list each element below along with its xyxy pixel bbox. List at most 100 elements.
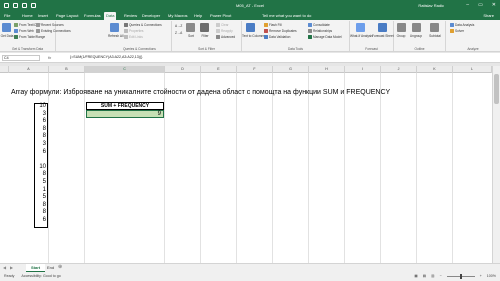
- user-name[interactable]: Ratislav Radic: [418, 3, 444, 8]
- consolidate-button[interactable]: Consolidate: [313, 23, 330, 27]
- text-to-columns-button[interactable]: Text to Columns: [242, 34, 265, 38]
- name-box[interactable]: C4: [2, 55, 40, 61]
- refresh-icon[interactable]: [110, 23, 119, 32]
- relationships-button[interactable]: Relationships: [313, 29, 332, 33]
- column-header[interactable]: A: [9, 66, 49, 73]
- cell-value[interactable]: 5: [34, 179, 46, 185]
- column-header[interactable]: C: [85, 66, 165, 73]
- from-web-button[interactable]: From Web: [19, 29, 34, 33]
- reapply-button[interactable]: Reapply: [221, 29, 233, 33]
- cell-value[interactable]: 5: [34, 194, 46, 200]
- column-header[interactable]: B: [49, 66, 85, 73]
- column-header[interactable]: H: [309, 66, 345, 73]
- cell-value[interactable]: 10: [34, 103, 46, 109]
- ungroup-button[interactable]: Ungroup: [408, 34, 424, 38]
- ungroup-icon[interactable]: [412, 23, 421, 32]
- recent-sources-button[interactable]: Recent Sources: [41, 23, 64, 27]
- forecast-sheet-button[interactable]: Forecast Sheet: [372, 34, 394, 38]
- what-if-button[interactable]: What-If Analysis: [350, 34, 373, 38]
- manage-data-model-button[interactable]: Manage Data Model: [313, 35, 342, 39]
- data-analysis-button[interactable]: Data Analysis: [455, 23, 474, 27]
- share-button[interactable]: Share: [483, 12, 494, 20]
- existing-connections-button[interactable]: Existing Connections: [41, 29, 71, 33]
- tab-developer[interactable]: Developer: [142, 12, 160, 20]
- text-to-columns-icon[interactable]: [246, 23, 255, 32]
- cell-value[interactable]: 10: [34, 164, 46, 170]
- advanced-button[interactable]: Advanced: [221, 35, 235, 39]
- cell-value[interactable]: 8: [34, 202, 46, 208]
- zoom-level[interactable]: 100%: [487, 274, 496, 278]
- cell-value[interactable]: 3: [34, 111, 46, 117]
- sort-za-button[interactable]: Z→A: [175, 31, 182, 35]
- tab-file[interactable]: File: [4, 12, 10, 20]
- formula-input[interactable]: {=SUM(1/FREQUENCY(A3:A22,A3:A22,13))}: [70, 55, 142, 59]
- sort-button[interactable]: Sort: [184, 34, 198, 38]
- result-header-cell[interactable]: SUM + FREQUENCY: [86, 102, 164, 110]
- restore-button[interactable]: ▭: [478, 2, 483, 8]
- fx-icon[interactable]: fx: [48, 55, 51, 60]
- cell-value[interactable]: 6: [34, 118, 46, 124]
- cell-value[interactable]: 8: [34, 171, 46, 177]
- tab-power-pivot[interactable]: Power Pivot: [210, 12, 231, 20]
- page-break-view-icon[interactable]: ▥: [431, 274, 434, 278]
- prev-sheet-icon[interactable]: ◀: [3, 265, 6, 270]
- sheet-heading[interactable]: Array формули: Изброяване на уникалните …: [11, 89, 390, 96]
- cell-value[interactable]: 6: [34, 149, 46, 155]
- clear-button[interactable]: Clear: [221, 23, 229, 27]
- tab-data[interactable]: Data: [104, 12, 117, 20]
- zoom-slider-knob[interactable]: [459, 273, 462, 279]
- tab-formulas[interactable]: Formulas: [84, 12, 101, 20]
- sort-az-button[interactable]: A→Z: [175, 24, 182, 28]
- column-header[interactable]: I: [345, 66, 381, 73]
- data-validation-button[interactable]: Data Validation: [269, 35, 290, 39]
- group-icon[interactable]: [397, 23, 406, 32]
- zoom-out-icon[interactable]: −: [440, 274, 442, 278]
- close-button[interactable]: ✕: [492, 2, 496, 8]
- column-header[interactable]: G: [273, 66, 309, 73]
- save-icon[interactable]: [13, 3, 18, 8]
- sheet-tab-end[interactable]: End: [42, 264, 59, 272]
- tab-insert[interactable]: Insert: [38, 12, 48, 20]
- tab-page-layout[interactable]: Page Layout: [56, 12, 78, 20]
- redo-icon[interactable]: [31, 3, 36, 8]
- vertical-scrollbar[interactable]: [492, 66, 500, 263]
- select-all-corner[interactable]: [0, 66, 9, 73]
- subtotal-button[interactable]: Subtotal: [426, 34, 444, 38]
- cell-value[interactable]: 8: [34, 126, 46, 132]
- refresh-all-button[interactable]: Refresh All: [108, 34, 123, 38]
- autosave-icon[interactable]: [4, 3, 9, 8]
- normal-view-icon[interactable]: ▦: [414, 274, 417, 278]
- from-table-button[interactable]: From Table/Range: [19, 35, 45, 39]
- forecast-sheet-icon[interactable]: [378, 23, 387, 32]
- properties-button[interactable]: Properties: [129, 29, 144, 33]
- filter-button[interactable]: Filter: [198, 34, 212, 38]
- add-sheet-button[interactable]: ⊕: [58, 264, 62, 270]
- minimize-button[interactable]: –: [466, 2, 469, 8]
- next-sheet-icon[interactable]: ▶: [10, 265, 13, 270]
- remove-duplicates-button[interactable]: Remove Duplicates: [269, 29, 297, 33]
- tell-me-search[interactable]: Tell me what you want to do: [262, 12, 311, 20]
- column-header[interactable]: F: [237, 66, 273, 73]
- column-header[interactable]: J: [381, 66, 417, 73]
- get-data-button[interactable]: Get Data: [0, 34, 14, 38]
- column-header[interactable]: D: [165, 66, 201, 73]
- accessibility-status[interactable]: Accessibility: Good to go: [21, 274, 60, 278]
- filter-icon[interactable]: [200, 23, 209, 32]
- sort-icon[interactable]: [186, 23, 195, 32]
- column-header[interactable]: K: [417, 66, 453, 73]
- undo-icon[interactable]: [22, 3, 27, 8]
- group-button[interactable]: Group: [394, 34, 408, 38]
- tab-help[interactable]: Help: [194, 12, 202, 20]
- get-data-icon[interactable]: [2, 23, 11, 32]
- tab-home[interactable]: Home: [22, 12, 33, 20]
- cell-value[interactable]: 3: [34, 141, 46, 147]
- column-header[interactable]: E: [201, 66, 237, 73]
- worksheet-grid[interactable]: Array формули: Изброяване на уникалните …: [0, 73, 492, 263]
- queries-connections-button[interactable]: Queries & Connections: [129, 23, 162, 27]
- cell-value[interactable]: 8: [34, 209, 46, 215]
- column-header[interactable]: L: [453, 66, 492, 73]
- flash-fill-button[interactable]: Flash Fill: [269, 23, 282, 27]
- what-if-icon[interactable]: [356, 23, 365, 32]
- scrollbar-thumb[interactable]: [494, 74, 499, 104]
- zoom-in-icon[interactable]: +: [480, 274, 482, 278]
